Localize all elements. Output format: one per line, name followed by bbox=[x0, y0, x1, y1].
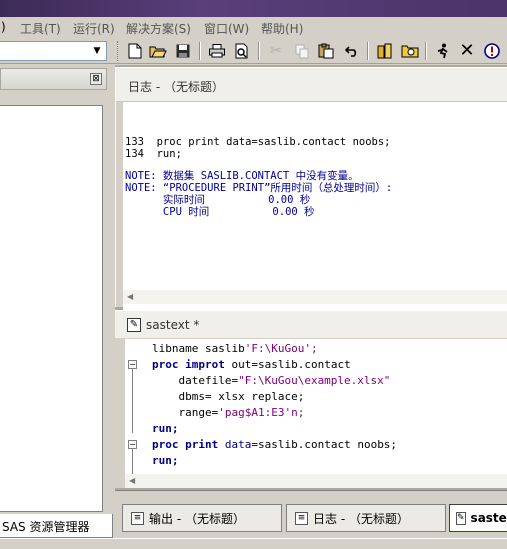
log-window[interactable]: 日志 - （无标题） 133 proc print data=saslib.co… bbox=[115, 67, 507, 312]
log-line: 133 proc print data=saslib.contact noobs… bbox=[125, 136, 391, 148]
undo-icon[interactable] bbox=[341, 40, 363, 62]
toolbar-grip[interactable] bbox=[117, 41, 120, 61]
chevron-down-icon[interactable]: ▼ bbox=[90, 43, 104, 59]
program-editor-titlebar[interactable]: ✎ sastext * bbox=[115, 310, 507, 338]
log-note-line: CPU 时间 0.00 秒 bbox=[125, 206, 315, 218]
menu-item-run[interactable]: 运行(R) bbox=[73, 20, 115, 37]
log-note-line: 实际时间 0.00 秒 bbox=[125, 194, 311, 206]
print-preview-icon[interactable] bbox=[231, 40, 253, 62]
copy-icon[interactable] bbox=[291, 40, 313, 62]
paste-icon[interactable] bbox=[315, 40, 337, 62]
log-window-titlebar[interactable]: 日志 - （无标题） bbox=[116, 68, 507, 102]
cut-icon[interactable]: ✂ bbox=[265, 40, 287, 62]
explorer-icon[interactable] bbox=[399, 40, 421, 62]
toolbar-separator bbox=[367, 42, 369, 60]
tab-log-label: 日志 - （无标题） bbox=[313, 511, 409, 526]
save-icon[interactable] bbox=[172, 40, 194, 62]
close-icon[interactable]: ⊠ bbox=[90, 73, 102, 85]
code-line: run; bbox=[152, 422, 179, 435]
explorer-header: ⊠ bbox=[0, 68, 107, 90]
program-editor-content[interactable]: libname saslib'F:\KuGou'; − proc improt … bbox=[125, 339, 507, 488]
window-title-strip bbox=[0, 0, 507, 17]
log-window-title: 日志 - （无标题） bbox=[128, 80, 224, 94]
toolbar-separator bbox=[425, 42, 427, 60]
log-icon: ≡ bbox=[295, 511, 308, 525]
libraries-icon[interactable] bbox=[374, 40, 396, 62]
fold-guide bbox=[132, 447, 133, 477]
status-strip bbox=[0, 538, 507, 549]
new-icon[interactable] bbox=[124, 40, 146, 62]
code-line: run; bbox=[152, 454, 179, 467]
menu-bar: ) 工具(T) 运行(R) 解决方案(S) 窗口(W) 帮助(H) bbox=[0, 17, 507, 38]
menu-item-help[interactable]: 帮助(H) bbox=[261, 20, 303, 37]
open-icon[interactable] bbox=[147, 40, 169, 62]
fold-guide bbox=[132, 367, 133, 433]
code-line: dbms= xlsx replace; bbox=[152, 390, 305, 403]
menu-item-window[interactable]: 窗口(W) bbox=[204, 20, 249, 37]
fold-toggle-icon[interactable]: − bbox=[128, 360, 137, 369]
toolbar-separator bbox=[199, 42, 201, 60]
code-line: datefile="F:\KuGou\example.xlsx" bbox=[152, 374, 391, 387]
scroll-left-icon[interactable]: ◀ bbox=[129, 474, 135, 488]
code-line: range='pag$A1:E3'n; bbox=[152, 406, 305, 419]
tab-sastext[interactable]: ✎ sastext bbox=[449, 504, 507, 532]
tab-log[interactable]: ≡ 日志 - （无标题） bbox=[286, 504, 446, 532]
log-note-line: NOTE: “PROCEDURE PRINT”所用时间（总处理时间）: bbox=[125, 182, 393, 194]
program-editor-title: sastext * bbox=[146, 318, 200, 332]
explorer-tree[interactable] bbox=[0, 105, 103, 512]
code-line: libname saslib'F:\KuGou'; bbox=[152, 342, 318, 355]
print-icon[interactable] bbox=[206, 40, 228, 62]
clear-icon[interactable]: ✕ bbox=[456, 40, 478, 62]
tab-output[interactable]: ≡ 输出 - （无标题） bbox=[122, 504, 282, 532]
program-editor-window[interactable]: ✎ sastext * libname saslib'F:\KuGou'; − … bbox=[115, 310, 507, 488]
tab-sastext-label: sastext bbox=[470, 511, 507, 525]
code-line: proc print data=saslib.contact noobs; bbox=[152, 438, 398, 451]
program-file-icon: ✎ bbox=[456, 511, 466, 525]
output-icon: ≡ bbox=[131, 511, 144, 525]
log-horizontal-scrollbar[interactable]: ◀ bbox=[123, 290, 507, 304]
explorer-tab-label: SAS 资源管理器 bbox=[2, 520, 90, 534]
toolbar-separator bbox=[258, 42, 260, 60]
help-icon[interactable] bbox=[481, 40, 503, 62]
command-box[interactable]: ▼ bbox=[0, 41, 107, 61]
window-tab-bar: ≡ 输出 - （无标题） ≡ 日志 - （无标题） ✎ sastext bbox=[115, 490, 507, 538]
tab-output-label: 输出 - （无标题） bbox=[149, 511, 245, 526]
menu-item-solutions[interactable]: 解决方案(S) bbox=[126, 20, 191, 37]
fold-toggle-icon[interactable]: − bbox=[128, 440, 137, 449]
code-line: proc improt out=saslib.contact bbox=[152, 358, 351, 371]
program-horizontal-scrollbar[interactable]: ◀ bbox=[125, 474, 507, 488]
run-icon[interactable] bbox=[432, 40, 454, 62]
tab-sas-explorer[interactable]: SAS 资源管理器 bbox=[0, 514, 113, 538]
program-file-icon: ✎ bbox=[127, 318, 141, 332]
log-note-line: NOTE: 数据集 SASLIB.CONTACT 中没有变量。 bbox=[125, 170, 359, 182]
log-content[interactable]: 133 proc print data=saslib.contact noobs… bbox=[123, 102, 507, 312]
log-line: 134 run; bbox=[125, 148, 182, 160]
scroll-left-icon[interactable]: ◀ bbox=[127, 290, 133, 304]
menu-item-tools[interactable]: 工具(T) bbox=[20, 20, 61, 37]
toolbar: ▼ ✂ ✕ bbox=[0, 38, 507, 64]
menu-item-partial[interactable]: ) bbox=[1, 20, 6, 34]
explorer-panel: ⊠ bbox=[0, 65, 110, 514]
